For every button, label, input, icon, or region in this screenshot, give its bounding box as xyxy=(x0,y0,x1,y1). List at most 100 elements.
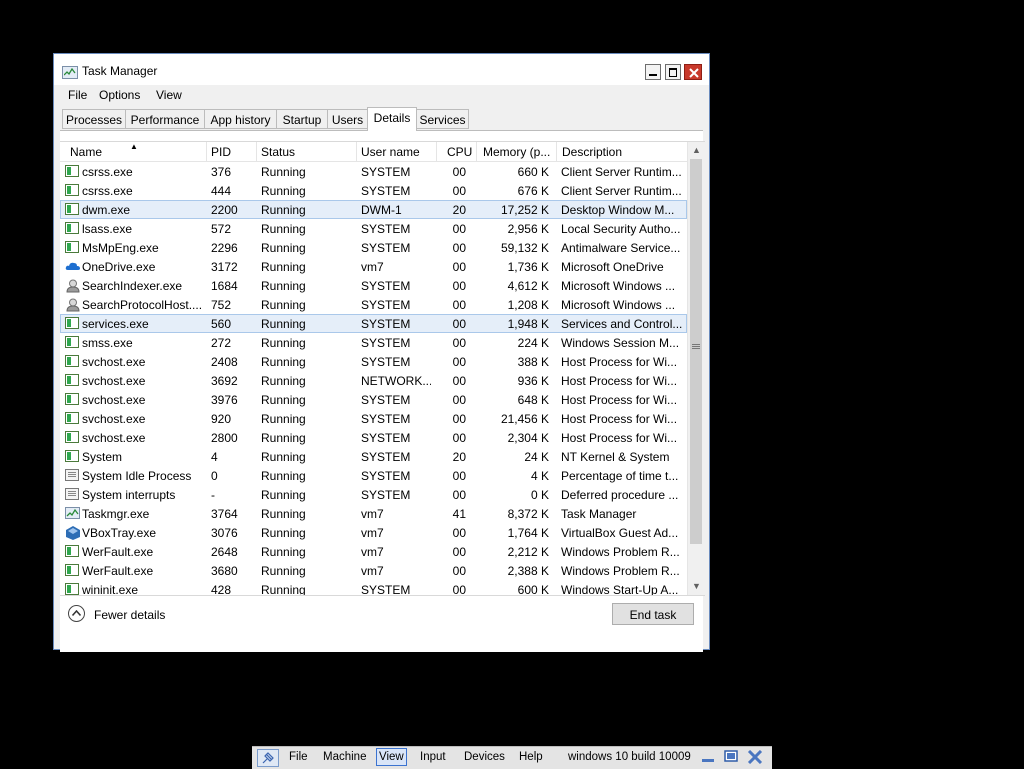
cell-cpu: 00 xyxy=(452,564,466,578)
maximize-button[interactable] xyxy=(665,64,681,80)
cell-desc: Deferred procedure ... xyxy=(561,488,679,502)
cell-user: SYSTEM xyxy=(361,469,411,483)
column-header-name[interactable]: Name ▲ xyxy=(60,142,207,161)
table-row[interactable]: smss.exe 272 Running SYSTEM 00 224 K Windows S… xyxy=(60,333,687,352)
cell-cpu: 00 xyxy=(452,165,466,179)
table-row[interactable]: svchost.exe 3976 Running SYSTEM 00 648 K Host … xyxy=(60,390,687,409)
cell-name: csrss.exe xyxy=(82,184,133,198)
table-row[interactable]: OneDrive.exe 3172 Running vm7 00 1,736 K Micro… xyxy=(60,257,687,276)
table-row[interactable]: svchost.exe 2408 Running SYSTEM 00 388 K Host … xyxy=(60,352,687,371)
tab-services[interactable]: Services xyxy=(416,109,469,129)
cell-pid: 444 xyxy=(211,184,232,198)
exe-icon xyxy=(65,412,79,424)
menu-file[interactable]: File xyxy=(68,88,87,102)
table-row[interactable]: svchost.exe 920 Running SYSTEM 00 21,456 K Hos… xyxy=(60,409,687,428)
cell-status: Running xyxy=(261,564,306,578)
minimize-icon[interactable] xyxy=(700,750,716,764)
vbox-menu-input[interactable]: Input xyxy=(420,751,446,763)
vbox-menu-devices[interactable]: Devices xyxy=(464,751,505,763)
exe-icon xyxy=(65,165,79,177)
tab-startup[interactable]: Startup xyxy=(276,109,328,129)
cell-user: vm7 xyxy=(361,545,384,559)
vbox-menu-view[interactable]: View xyxy=(376,748,407,766)
table-row[interactable]: SearchProtocolHost.... 752 Running SYSTEM 00… xyxy=(60,295,687,314)
cell-mem: 1,208 K xyxy=(507,298,549,312)
column-header-pid[interactable]: PID xyxy=(207,142,257,161)
tab-users[interactable]: Users xyxy=(327,109,368,129)
cell-mem: 24 K xyxy=(524,450,549,464)
cell-mem: 936 K xyxy=(517,374,549,388)
end-task-button[interactable]: End task xyxy=(612,603,694,625)
table-row[interactable]: csrss.exe 376 Running SYSTEM 00 660 K Client S… xyxy=(60,162,687,181)
menu-options[interactable]: Options xyxy=(99,88,140,102)
table-row[interactable]: svchost.exe 2800 Running SYSTEM 00 2,304 K Hos… xyxy=(60,428,687,447)
pin-icon[interactable] xyxy=(257,749,279,767)
cell-status: Running xyxy=(261,317,306,331)
table-row[interactable]: VBoxTray.exe 3076 Running vm7 00 1,764 K Virtu… xyxy=(60,523,687,542)
title-bar[interactable]: Task Manager xyxy=(54,54,709,85)
cell-status: Running xyxy=(261,336,306,350)
table-row[interactable]: svchost.exe 3692 Running NETWORK... 00 936 K H… xyxy=(60,371,687,390)
table-row[interactable]: Taskmgr.exe 3764 Running vm7 41 8,372 K Task M… xyxy=(60,504,687,523)
table-row[interactable]: csrss.exe 444 Running SYSTEM 00 676 K Client S… xyxy=(60,181,687,200)
column-header-user-name[interactable]: User name xyxy=(357,142,437,161)
vbox-menu-file[interactable]: File xyxy=(289,751,308,763)
system-icon xyxy=(65,469,79,481)
table-row[interactable]: WerFault.exe 3680 Running vm7 00 2,388 K Windo… xyxy=(60,561,687,580)
tab-strip: Processes Performance App history Startu… xyxy=(60,107,703,131)
vm-name-label: windows 10 build 10009 xyxy=(568,751,691,763)
vbox-menu-machine[interactable]: Machine xyxy=(323,751,366,763)
table-row[interactable]: System Idle Process 0 Running SYSTEM 00 4 K Pe… xyxy=(60,466,687,485)
cell-mem: 0 K xyxy=(530,488,549,502)
cell-name: WerFault.exe xyxy=(82,564,154,578)
cell-desc: Windows Start-Up A... xyxy=(561,583,679,596)
table-row[interactable]: SearchIndexer.exe 1684 Running SYSTEM 00 4,61… xyxy=(60,276,687,295)
column-header-cpu[interactable]: CPU xyxy=(437,142,477,161)
column-header-description[interactable]: Description xyxy=(557,142,687,161)
scroll-down-icon[interactable]: ▼ xyxy=(688,578,705,595)
table-row[interactable]: System 4 Running SYSTEM 20 24 K NT Kernel & Sy… xyxy=(60,447,687,466)
cell-pid: 1684 xyxy=(211,279,238,293)
tab-processes[interactable]: Processes xyxy=(62,109,126,129)
cell-cpu: 00 xyxy=(452,412,466,426)
close-button[interactable] xyxy=(684,64,702,80)
cell-pid: 2296 xyxy=(211,241,238,255)
cell-desc: Services and Control... xyxy=(561,317,683,331)
cell-name: csrss.exe xyxy=(82,165,133,179)
cell-pid: 0 xyxy=(211,469,218,483)
cell-name: WerFault.exe xyxy=(82,545,154,559)
column-header-memory[interactable]: Memory (p... xyxy=(477,142,557,161)
tab-app-history[interactable]: App history xyxy=(204,109,277,129)
scrollbar-thumb[interactable] xyxy=(690,159,702,544)
details-panel: Name ▲ PID Status User name CPU Memory (… xyxy=(60,130,705,652)
minimize-button[interactable] xyxy=(645,64,661,80)
cell-pid: 3764 xyxy=(211,507,238,521)
cell-cpu: 00 xyxy=(452,317,466,331)
table-row[interactable]: lsass.exe 572 Running SYSTEM 00 2,956 K Local … xyxy=(60,219,687,238)
column-header-status[interactable]: Status xyxy=(257,142,357,161)
close-icon[interactable] xyxy=(747,749,763,765)
table-row[interactable]: MsMpEng.exe 2296 Running SYSTEM 00 59,132 K An… xyxy=(60,238,687,257)
table-row[interactable]: WerFault.exe 2648 Running vm7 00 2,212 K Windo… xyxy=(60,542,687,561)
tab-details[interactable]: Details xyxy=(367,107,417,131)
table-row[interactable]: System interrupts - Running SYSTEM 00 0 K Defe… xyxy=(60,485,687,504)
table-row[interactable]: dwm.exe 2200 Running DWM-1 20 17,252 K Desktop… xyxy=(60,200,687,219)
cell-mem: 2,212 K xyxy=(507,545,549,559)
table-row[interactable]: wininit.exe 428 Running SYSTEM 00 600 K Window… xyxy=(60,580,687,596)
cell-pid: 2200 xyxy=(211,203,238,217)
exe-icon xyxy=(65,355,79,367)
exe-icon xyxy=(65,317,79,329)
cell-cpu: 00 xyxy=(452,222,466,236)
scroll-up-icon[interactable]: ▲ xyxy=(688,142,705,159)
cell-status: Running xyxy=(261,393,306,407)
table-row[interactable]: services.exe 560 Running SYSTEM 00 1,948 K Ser… xyxy=(60,314,687,333)
vertical-scrollbar[interactable]: ▲ ▼ xyxy=(687,142,705,595)
cell-name: svchost.exe xyxy=(82,374,146,388)
cell-desc: Host Process for Wi... xyxy=(561,412,678,426)
cell-pid: 2800 xyxy=(211,431,238,445)
window-mode-icon[interactable] xyxy=(723,750,739,764)
vbox-menu-help[interactable]: Help xyxy=(519,751,543,763)
tab-performance[interactable]: Performance xyxy=(125,109,205,129)
menu-view[interactable]: View xyxy=(156,88,182,102)
cell-user: SYSTEM xyxy=(361,336,411,350)
